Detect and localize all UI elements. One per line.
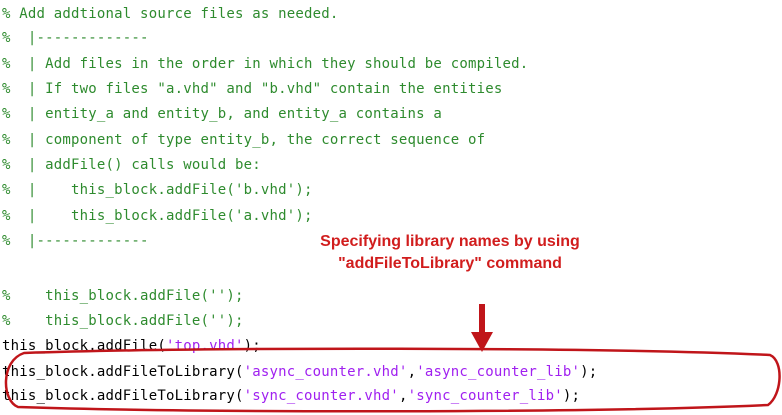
callout-text-line-1: Specifying library names by using [320,233,580,250]
comment-line: % | Add files in the order in which they… [2,56,529,72]
comment-line: % | addFile() calls would be: [2,157,261,173]
highlight-ellipse [4,347,781,413]
comment-line: % |------------- [2,30,149,46]
callout-annotation: Specifying library names by using "addFi… [300,231,600,275]
comment-line: % this_block.addFile(''); [2,288,244,304]
comment-line: % | If two files "a.vhd" and "b.vhd" con… [2,81,503,97]
comment-line: % this_block.addFile(''); [2,313,244,329]
comment-line: % | component of type entity_b, the corr… [2,132,486,148]
callout-text-line-2: "addFileToLibrary" command [338,255,562,272]
comment-line: % | this_block.addFile('a.vhd'); [2,208,313,224]
comment-line: % | this_block.addFile('b.vhd'); [2,182,313,198]
comment-line: % Add addtional source files as needed. [2,6,339,22]
comment-line: % |------------- [2,233,149,249]
comment-line: % | entity_a and entity_b, and entity_a … [2,106,443,122]
